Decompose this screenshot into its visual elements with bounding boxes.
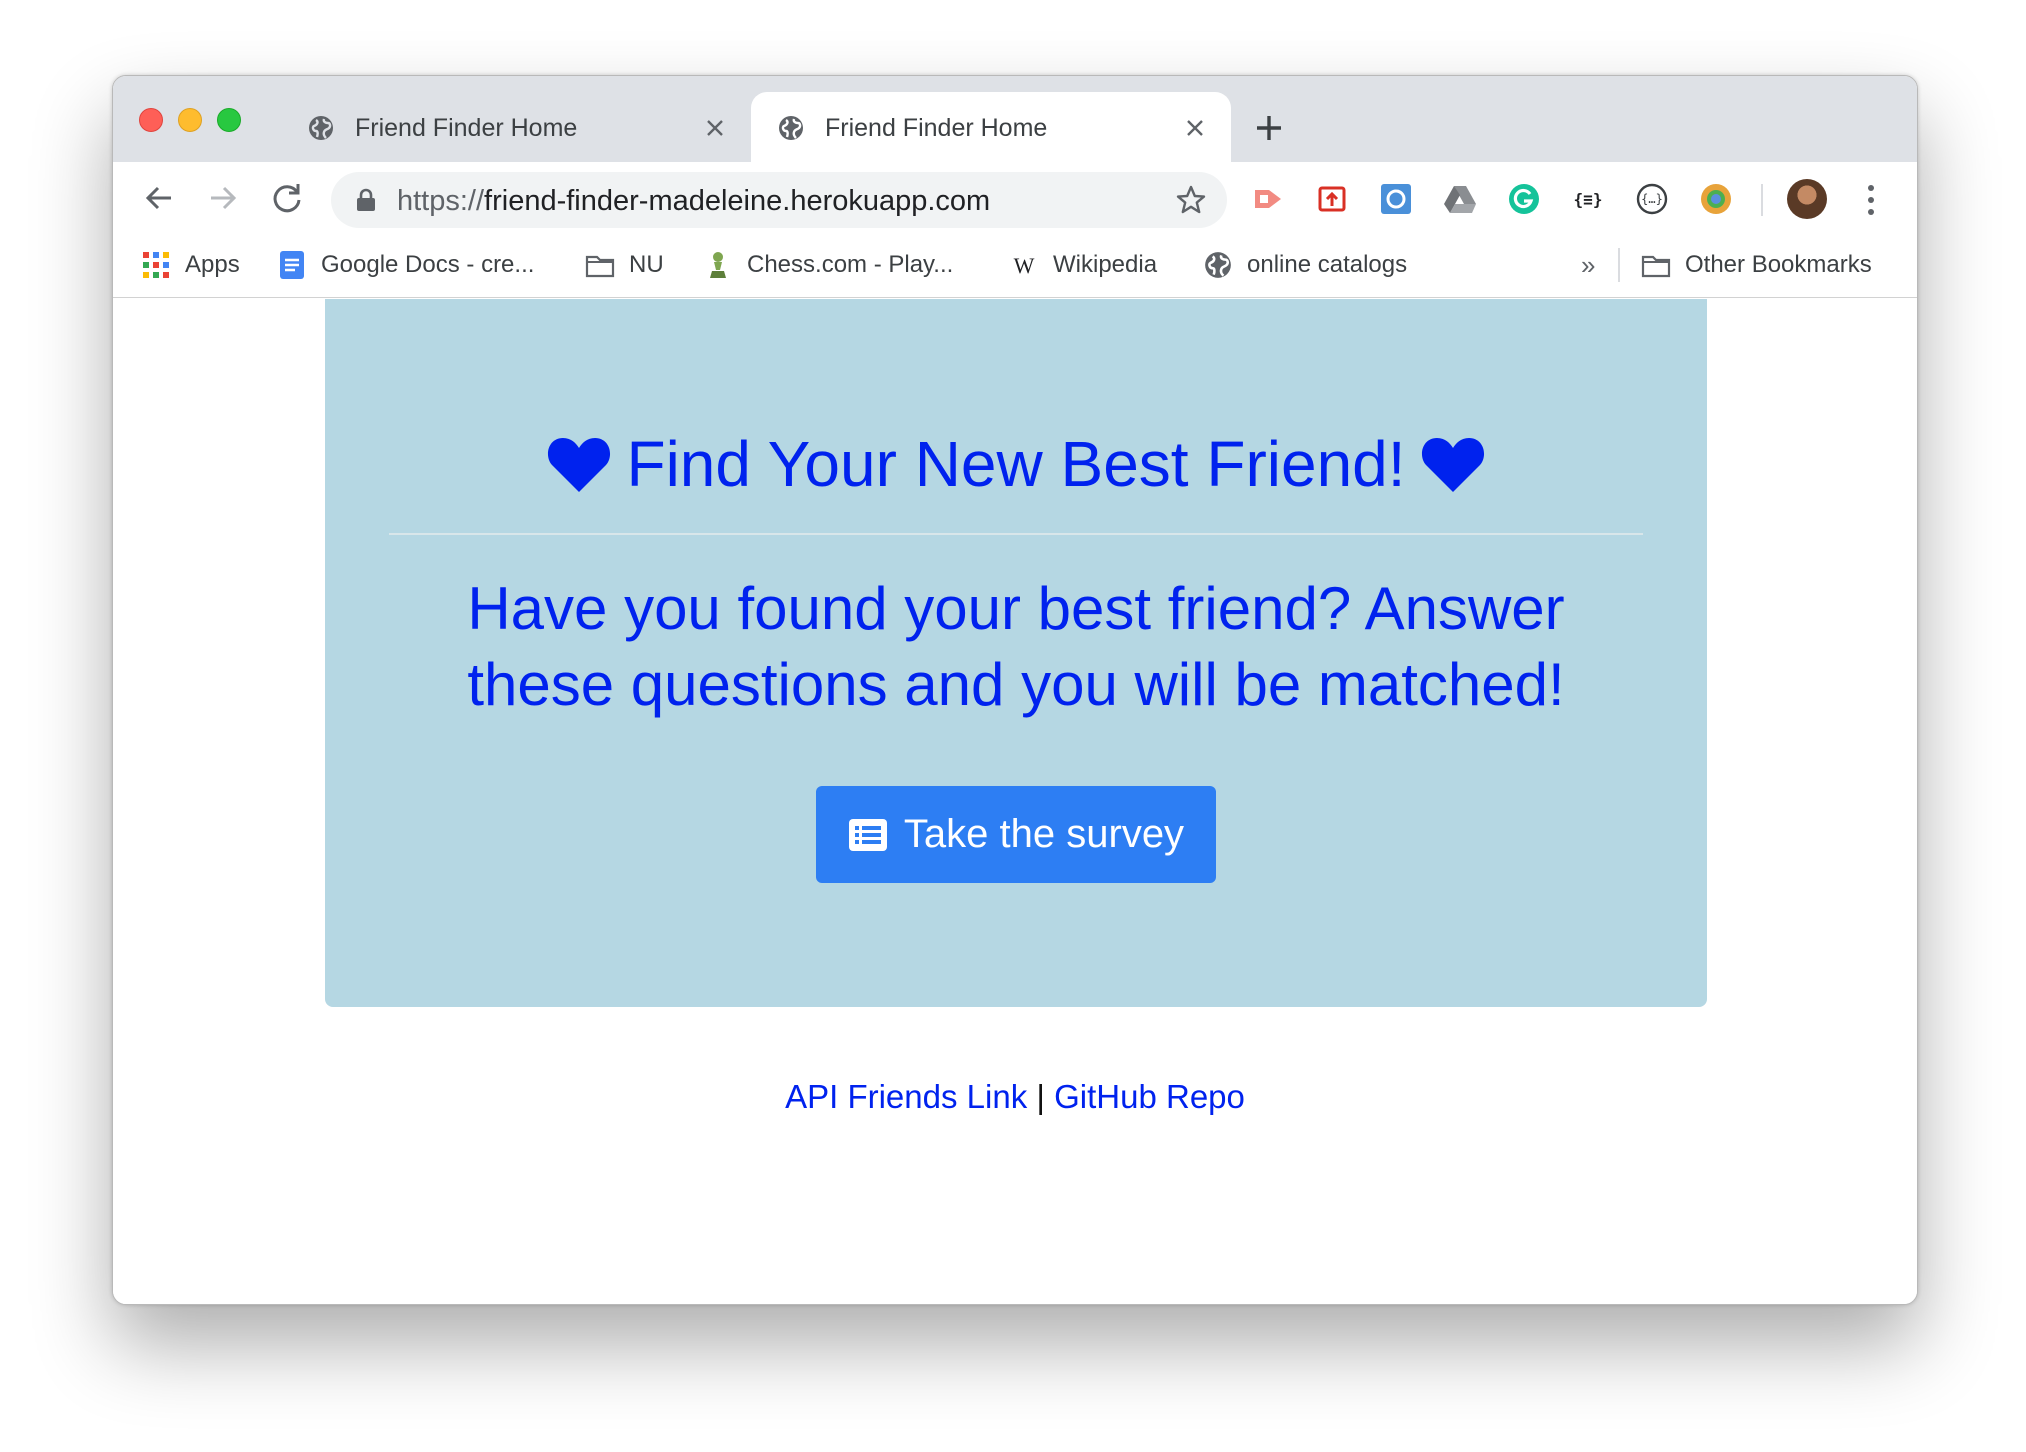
bookmark-label: Wikipedia bbox=[1053, 251, 1158, 278]
bookmark-other[interactable]: Other Bookmarks bbox=[1641, 248, 1872, 282]
new-tab-icon[interactable] bbox=[1249, 108, 1289, 148]
folder-icon bbox=[585, 255, 615, 278]
chess-pawn-icon bbox=[710, 252, 726, 278]
apps-grid-icon bbox=[143, 252, 169, 278]
api-extension-icon[interactable]: {…} bbox=[1635, 182, 1669, 216]
api-friends-link[interactable]: API Friends Link bbox=[785, 1078, 1027, 1115]
tab-friend-finder-1[interactable]: Friend Finder Home bbox=[281, 92, 751, 162]
reload-icon[interactable] bbox=[267, 178, 307, 218]
minimize-window-button[interactable] bbox=[178, 108, 202, 132]
bookmark-wikipedia[interactable]: W Wikipedia bbox=[1009, 248, 1157, 282]
address-bar[interactable]: https://friend-finder-madeleine.herokuap… bbox=[331, 172, 1227, 228]
wikipedia-icon: W bbox=[1014, 253, 1035, 278]
bookmark-nu[interactable]: NU bbox=[585, 248, 664, 282]
chrome-color-icon[interactable] bbox=[1699, 182, 1733, 216]
back-arrow-icon[interactable] bbox=[139, 178, 179, 218]
browser-window: Friend Finder Home Friend Finder Home ht… bbox=[112, 75, 1918, 1305]
heart-icon bbox=[1421, 438, 1484, 492]
page-footer: API Friends Link | GitHub Repo bbox=[113, 1078, 1917, 1116]
bookmark-star-icon[interactable] bbox=[1175, 184, 1207, 216]
screenshot-extension-icon[interactable] bbox=[1379, 182, 1413, 216]
url-host: friend-finder-madeleine.herokuapp.com bbox=[484, 185, 991, 217]
close-window-button[interactable] bbox=[139, 108, 163, 132]
folder-icon bbox=[1641, 255, 1671, 278]
zoom-window-button[interactable] bbox=[217, 108, 241, 132]
tab-friend-finder-2[interactable]: Friend Finder Home bbox=[751, 92, 1231, 162]
save-extension-icon[interactable] bbox=[1315, 182, 1349, 216]
bookmark-google-docs[interactable]: Google Docs - cre... bbox=[277, 248, 534, 282]
tab-strip: Friend Finder Home Friend Finder Home bbox=[113, 76, 1917, 162]
video-extension-icon[interactable] bbox=[1251, 182, 1285, 216]
lead-text: Have you found your best friend? Answer … bbox=[467, 575, 1565, 718]
take-survey-button[interactable]: Take the survey bbox=[816, 786, 1216, 883]
bookmark-label: Google Docs - cre... bbox=[321, 251, 535, 278]
svg-text:{≡}: {≡} bbox=[1574, 190, 1603, 209]
page-viewport: Find Your New Best Friend! Have you foun… bbox=[113, 298, 1917, 1304]
bookmark-label: Other Bookmarks bbox=[1685, 251, 1872, 278]
bookmark-chess[interactable]: Chess.com - Play... bbox=[703, 248, 953, 282]
footer-separator: | bbox=[1036, 1078, 1045, 1115]
tab-title: Friend Finder Home bbox=[355, 114, 578, 142]
bookmarks-bar: Apps Google Docs - cre... NU Chess.com -… bbox=[113, 234, 1917, 298]
url-text[interactable]: https://friend-finder-madeleine.herokuap… bbox=[397, 185, 990, 218]
jumbotron: Find Your New Best Friend! Have you foun… bbox=[325, 299, 1707, 1007]
bookmark-label: Apps bbox=[185, 251, 240, 278]
survey-button-label: Take the survey bbox=[903, 812, 1185, 856]
profile-avatar[interactable] bbox=[1787, 179, 1827, 219]
toolbar-divider bbox=[1761, 184, 1763, 216]
bookmarks-divider bbox=[1618, 248, 1620, 282]
bookmark-online-catalogs[interactable]: online catalogs bbox=[1203, 248, 1407, 282]
browser-toolbar: https://friend-finder-madeleine.herokuap… bbox=[113, 162, 1917, 234]
close-tab-icon[interactable] bbox=[701, 114, 729, 142]
globe-icon bbox=[779, 116, 803, 140]
headline-text: Find Your New Best Friend! bbox=[626, 428, 1406, 500]
divider-rule bbox=[389, 533, 1643, 535]
heart-icon bbox=[548, 438, 611, 492]
bookmark-label: online catalogs bbox=[1247, 251, 1408, 278]
svg-text:{…}: {…} bbox=[1641, 192, 1663, 206]
tab-title: Friend Finder Home bbox=[825, 114, 1048, 142]
grammarly-icon[interactable] bbox=[1507, 182, 1541, 216]
close-tab-icon[interactable] bbox=[1181, 114, 1209, 142]
lock-icon[interactable] bbox=[355, 188, 377, 212]
json-formatter-icon[interactable]: {≡} bbox=[1571, 182, 1605, 216]
github-repo-link[interactable]: GitHub Repo bbox=[1054, 1078, 1245, 1115]
globe-icon bbox=[1205, 252, 1231, 278]
bookmark-label: NU bbox=[629, 251, 664, 278]
bookmark-apps[interactable]: Apps bbox=[141, 248, 240, 282]
url-scheme: https:// bbox=[397, 185, 485, 217]
drive-icon[interactable] bbox=[1443, 182, 1477, 216]
svg-text:W: W bbox=[1014, 253, 1035, 278]
list-icon bbox=[848, 818, 887, 851]
page-title: Find Your New Best Friend! bbox=[325, 427, 1707, 501]
more-menu-icon[interactable] bbox=[1865, 182, 1877, 218]
bookmarks-overflow-icon[interactable]: » bbox=[1581, 250, 1595, 281]
forward-arrow-icon[interactable] bbox=[203, 178, 243, 218]
globe-icon bbox=[309, 116, 333, 140]
google-docs-icon bbox=[280, 251, 304, 279]
bookmark-label: Chess.com - Play... bbox=[747, 251, 954, 278]
